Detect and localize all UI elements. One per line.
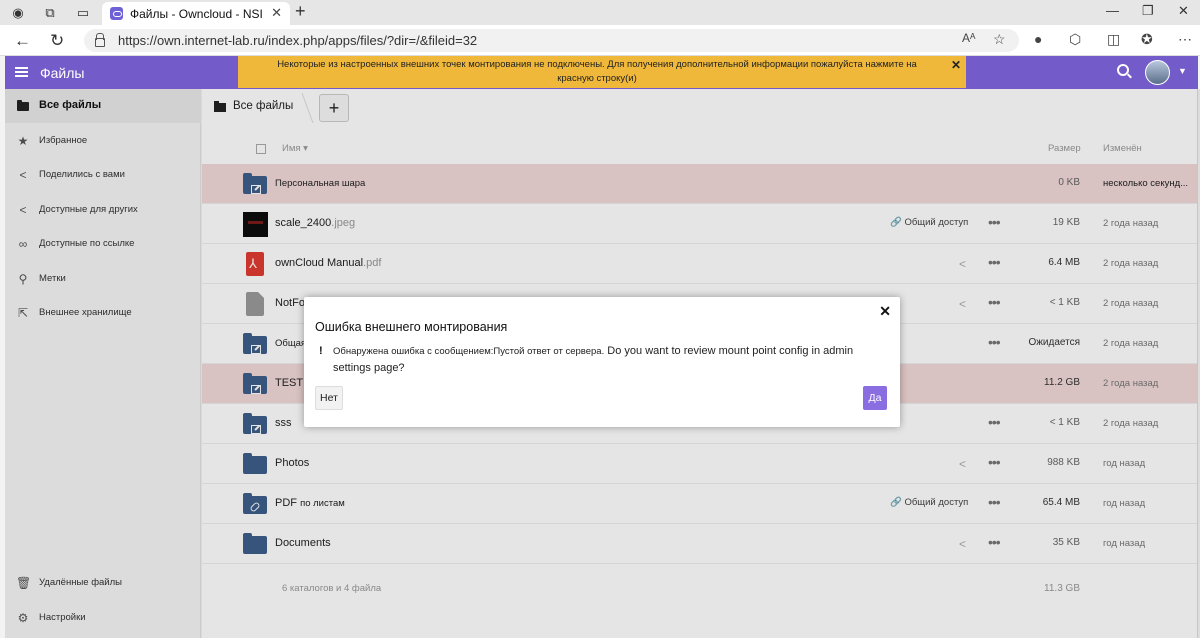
dialog-message: Обнаружена ошибка с сообщением:Пустой от… xyxy=(333,345,854,374)
read-aloud-icon[interactable]: Aᴬ xyxy=(962,31,975,45)
warning-icon: ! xyxy=(319,345,323,357)
refresh-icon[interactable]: ↻ xyxy=(50,31,64,51)
lock-icon[interactable] xyxy=(94,33,105,47)
close-window-icon[interactable]: ✕ xyxy=(1178,3,1189,19)
close-dialog-icon[interactable]: ✕ xyxy=(879,303,891,320)
chevron-down-icon[interactable]: ▼ xyxy=(1178,66,1187,76)
menu-icon[interactable] xyxy=(15,67,28,77)
close-tab-icon[interactable]: ✕ xyxy=(271,5,282,21)
tab-title: Файлы - Owncloud - NSI xyxy=(130,7,263,21)
restore-icon[interactable]: ❐ xyxy=(1142,3,1154,19)
browser-tab-bar: ◉ ⧉ ▭ Файлы - Owncloud - NSI ✕ + — ❐ ✕ xyxy=(0,0,1200,25)
address-bar: ← ↻ https://own.internet-lab.ru/index.ph… xyxy=(0,25,1200,56)
mount-warning-banner[interactable]: Некоторые из настроенных внешних точек м… xyxy=(238,56,966,88)
cookie-extension-icon[interactable]: ● xyxy=(1034,31,1042,47)
user-avatar[interactable] xyxy=(1145,60,1170,85)
favorite-star-icon[interactable]: ☆ xyxy=(993,31,1006,48)
more-menu-icon[interactable]: ⋯ xyxy=(1178,31,1192,48)
no-button[interactable]: Нет xyxy=(315,386,343,410)
back-icon[interactable]: ← xyxy=(14,31,31,51)
owncloud-favicon-icon xyxy=(110,7,123,20)
tab-actions-icon[interactable]: ▭ xyxy=(74,4,92,22)
url-text[interactable]: https://own.internet-lab.ru/index.php/ap… xyxy=(118,33,477,48)
browser-tab[interactable]: Файлы - Owncloud - NSI ✕ xyxy=(102,2,290,25)
minimize-icon[interactable]: — xyxy=(1106,3,1119,18)
yes-button[interactable]: Да xyxy=(863,386,887,410)
new-tab-button[interactable]: + xyxy=(295,1,306,22)
extensions-icon[interactable]: ⬡ xyxy=(1069,31,1081,48)
close-warning-icon[interactable]: ✕ xyxy=(951,58,961,72)
mount-error-dialog: ✕ Ошибка внешнего монтирования ! Обнаруж… xyxy=(304,297,900,427)
app-title[interactable]: Файлы xyxy=(40,65,84,81)
split-screen-icon[interactable]: ◫ xyxy=(1107,31,1120,48)
workspaces-icon[interactable]: ⧉ xyxy=(41,4,59,22)
search-icon[interactable] xyxy=(1117,64,1129,76)
url-field[interactable]: https://own.internet-lab.ru/index.php/ap… xyxy=(84,29,1019,52)
favorites-icon[interactable]: ✪ xyxy=(1141,31,1153,48)
profile-icon[interactable]: ◉ xyxy=(9,4,27,22)
warning-text: Некоторые из настроенных внешних точек м… xyxy=(277,59,917,84)
dialog-title: Ошибка внешнего монтирования xyxy=(315,320,508,334)
